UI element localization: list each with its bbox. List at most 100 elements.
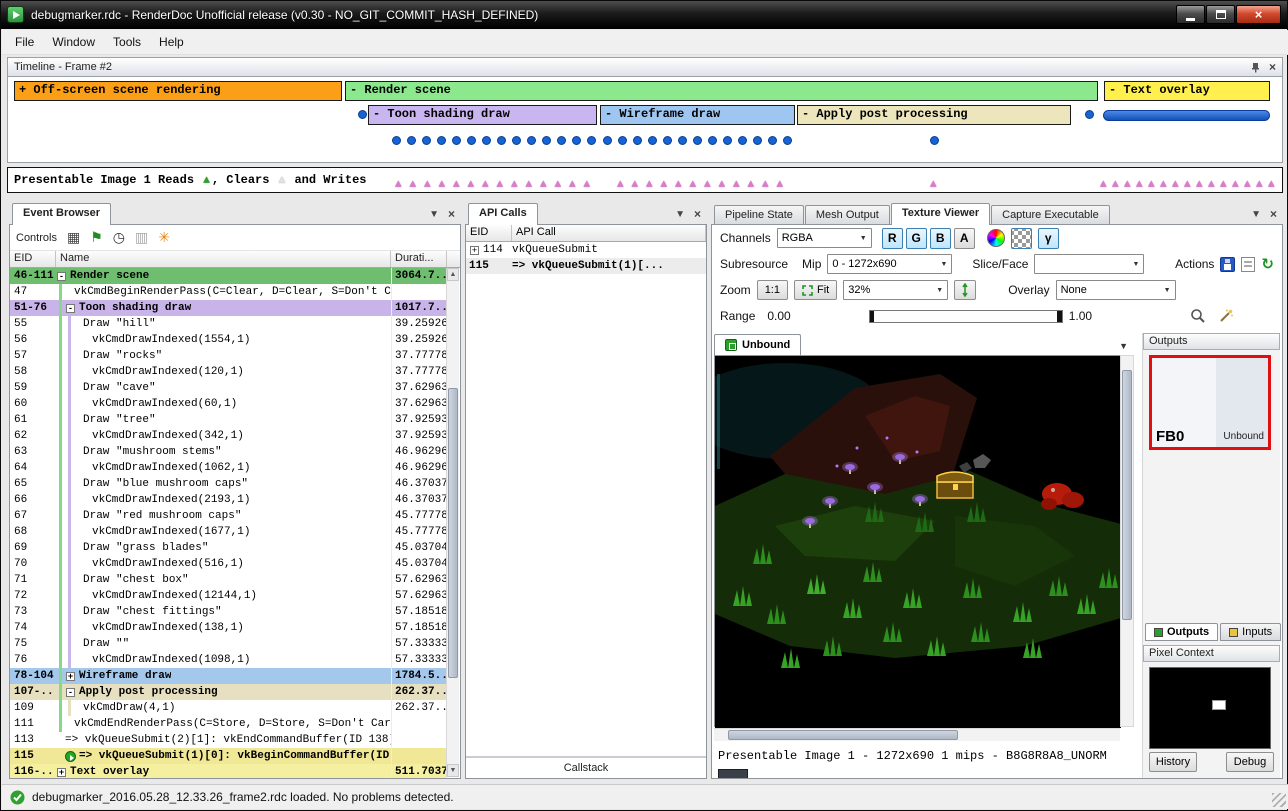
menu-window[interactable]: Window bbox=[43, 31, 104, 53]
event-row-61[interactable]: 61Draw "tree"37.92593 bbox=[10, 412, 447, 428]
event-row-56[interactable]: 56vkCmdDrawIndexed(1554,1)39.25926 bbox=[10, 332, 447, 348]
channels-combo[interactable]: RGBA▼ bbox=[777, 228, 872, 248]
callstack-section[interactable]: Callstack bbox=[466, 756, 706, 778]
write-triangle-icon[interactable]: ▲ bbox=[439, 173, 446, 197]
event-row-64[interactable]: 64vkCmdDrawIndexed(1062,1)46.96296 bbox=[10, 460, 447, 476]
timeline-draw-dot[interactable] bbox=[633, 136, 642, 145]
write-triangle-icon[interactable]: ▲ bbox=[526, 173, 533, 197]
timeline-draw-dot[interactable] bbox=[512, 136, 521, 145]
write-triangle-icon[interactable]: ▲ bbox=[777, 173, 784, 197]
expand-icon[interactable]: + bbox=[66, 672, 75, 681]
mip-combo[interactable]: 0 - 1272x690▼ bbox=[827, 254, 952, 274]
close-button[interactable]: × bbox=[1236, 5, 1281, 24]
column-duration[interactable]: Durati... bbox=[391, 251, 447, 267]
event-row-57[interactable]: 57Draw "rocks"37.77778 bbox=[10, 348, 447, 364]
timeline-draw-dot[interactable] bbox=[557, 136, 566, 145]
timeline-draw-dot[interactable] bbox=[723, 136, 732, 145]
event-row-71[interactable]: 71Draw "chest box"57.62963 bbox=[10, 572, 447, 588]
panel-menu-icon[interactable]: ▼ bbox=[1251, 209, 1261, 220]
timeline-resource-row[interactable]: Presentable Image 1 Reads ▲, Clears ▲ an… bbox=[7, 167, 1283, 193]
timeline-event-bar[interactable] bbox=[1103, 110, 1270, 121]
expand-icon[interactable]: + bbox=[470, 246, 479, 255]
scroll-up-icon[interactable]: ▲ bbox=[447, 268, 459, 281]
checkerboard-background-button[interactable] bbox=[1011, 228, 1032, 249]
timeline-section--text-overlay[interactable]: - Text overlay bbox=[1104, 81, 1270, 101]
write-triangle-icon[interactable]: ▲ bbox=[704, 173, 711, 197]
write-triangle-icon[interactable]: ▲ bbox=[930, 173, 937, 197]
event-row-70[interactable]: 70vkCmdDrawIndexed(516,1)45.03704 bbox=[10, 556, 447, 572]
range-handle[interactable] bbox=[1057, 311, 1062, 322]
jump-flag-icon[interactable]: ⚑ bbox=[90, 230, 103, 246]
write-triangle-icon[interactable]: ▲ bbox=[1244, 173, 1251, 197]
event-row-51-76[interactable]: 51-76-Toon shading draw1017.7... bbox=[10, 300, 447, 316]
write-triangle-icon[interactable]: ▲ bbox=[1220, 173, 1227, 197]
event-row-55[interactable]: 55Draw "hill"39.25926 bbox=[10, 316, 447, 332]
collapse-icon[interactable]: - bbox=[66, 304, 75, 313]
event-row-66[interactable]: 66vkCmdDrawIndexed(2193,1)46.37037 bbox=[10, 492, 447, 508]
column-api-call[interactable]: API Call bbox=[512, 225, 706, 241]
tab-event-browser[interactable]: Event Browser bbox=[12, 203, 111, 225]
write-triangle-icon[interactable]: ▲ bbox=[540, 173, 547, 197]
zoom-range-icon[interactable] bbox=[1190, 308, 1206, 324]
tab-texture-viewer[interactable]: Texture Viewer bbox=[891, 203, 990, 225]
write-triangle-icon[interactable]: ▲ bbox=[569, 173, 576, 197]
timeline-draw-dot[interactable] bbox=[693, 136, 702, 145]
timeline-section--render-scene[interactable]: - Render scene bbox=[345, 81, 1098, 101]
event-row-76[interactable]: 76vkCmdDrawIndexed(1098,1)57.33333 bbox=[10, 652, 447, 668]
write-triangle-icon[interactable]: ▲ bbox=[675, 173, 682, 197]
resize-grip[interactable] bbox=[1272, 793, 1286, 807]
event-row-72[interactable]: 72vkCmdDrawIndexed(12144,1)57.62963 bbox=[10, 588, 447, 604]
write-triangle-icon[interactable]: ▲ bbox=[748, 173, 755, 197]
filter-grid-icon[interactable]: ▦ bbox=[67, 230, 80, 246]
timeline-draw-dot[interactable] bbox=[783, 136, 792, 145]
timeline-draw-dot[interactable] bbox=[572, 136, 581, 145]
channel-b-button[interactable]: B bbox=[930, 228, 951, 249]
timeline-draw-dot[interactable] bbox=[663, 136, 672, 145]
pin-icon[interactable] bbox=[1250, 62, 1261, 73]
channel-g-button[interactable]: G bbox=[906, 228, 927, 249]
write-triangle-icon[interactable]: ▲ bbox=[482, 173, 489, 197]
minimize-button[interactable] bbox=[1176, 5, 1205, 24]
write-triangle-icon[interactable]: ▲ bbox=[511, 173, 518, 197]
event-browser-scrollbar[interactable]: ▲ ▼ bbox=[446, 268, 459, 777]
column-eid[interactable]: EID bbox=[466, 225, 512, 241]
event-row-109[interactable]: 109vkCmdDraw(4,1)262.37... bbox=[10, 700, 447, 716]
panel-menu-icon[interactable]: ▼ bbox=[675, 209, 685, 220]
timeline-draw-dot[interactable] bbox=[407, 136, 416, 145]
collapse-icon[interactable]: - bbox=[57, 272, 66, 281]
event-row-65[interactable]: 65Draw "blue mushroom caps"46.37037 bbox=[10, 476, 447, 492]
tab-pipeline-state[interactable]: Pipeline State bbox=[714, 205, 804, 225]
write-triangle-icon[interactable]: ▲ bbox=[1172, 173, 1179, 197]
timeline-draw-dot[interactable] bbox=[542, 136, 551, 145]
column-name[interactable]: Name bbox=[56, 251, 391, 267]
write-triangle-icon[interactable]: ▲ bbox=[719, 173, 726, 197]
event-row-78-104[interactable]: 78-104+Wireframe draw1784.5... bbox=[10, 668, 447, 684]
scroll-thumb[interactable] bbox=[1122, 370, 1132, 620]
scroll-down-icon[interactable]: ▼ bbox=[447, 764, 459, 777]
write-triangle-icon[interactable]: ▲ bbox=[1268, 173, 1275, 197]
tab-mesh-output[interactable]: Mesh Output bbox=[805, 205, 890, 225]
fb0-thumbnail[interactable]: FB0 Unbound bbox=[1149, 355, 1271, 450]
event-row-60[interactable]: 60vkCmdDrawIndexed(60,1)37.62963 bbox=[10, 396, 447, 412]
write-triangle-icon[interactable]: ▲ bbox=[1136, 173, 1143, 197]
expand-icon[interactable]: + bbox=[57, 768, 66, 777]
panel-close-icon[interactable]: × bbox=[448, 209, 455, 220]
timeline-draw-dot[interactable] bbox=[437, 136, 446, 145]
event-row-46-111[interactable]: 46-111-Render scene3064.7... bbox=[10, 268, 447, 284]
tab-capture-executable[interactable]: Capture Executable bbox=[991, 205, 1110, 225]
write-triangle-icon[interactable]: ▲ bbox=[1160, 173, 1167, 197]
autofit-wand-icon[interactable] bbox=[1218, 308, 1234, 324]
event-row-111[interactable]: 111vkCmdEndRenderPass(C=Store, D=Store, … bbox=[10, 716, 447, 732]
write-triangle-icon[interactable]: ▲ bbox=[468, 173, 475, 197]
timeline-draw-dot[interactable] bbox=[527, 136, 536, 145]
timeline-header[interactable]: Timeline - Frame #2 × bbox=[7, 57, 1283, 77]
event-row-107-...[interactable]: 107-...-Apply post processing262.37... bbox=[10, 684, 447, 700]
history-button[interactable]: History bbox=[1149, 752, 1197, 772]
timeline-draw-dot[interactable] bbox=[587, 136, 596, 145]
timeline-section--off-screen-scene-rendering[interactable]: + Off-screen scene rendering bbox=[14, 81, 342, 101]
range-slider[interactable] bbox=[869, 310, 1063, 323]
texture-horizontal-scrollbar[interactable] bbox=[714, 728, 1120, 741]
channel-r-button[interactable]: R bbox=[882, 228, 903, 249]
event-row-68[interactable]: 68vkCmdDrawIndexed(1677,1)45.77778 bbox=[10, 524, 447, 540]
timeline-draw-dot[interactable] bbox=[452, 136, 461, 145]
